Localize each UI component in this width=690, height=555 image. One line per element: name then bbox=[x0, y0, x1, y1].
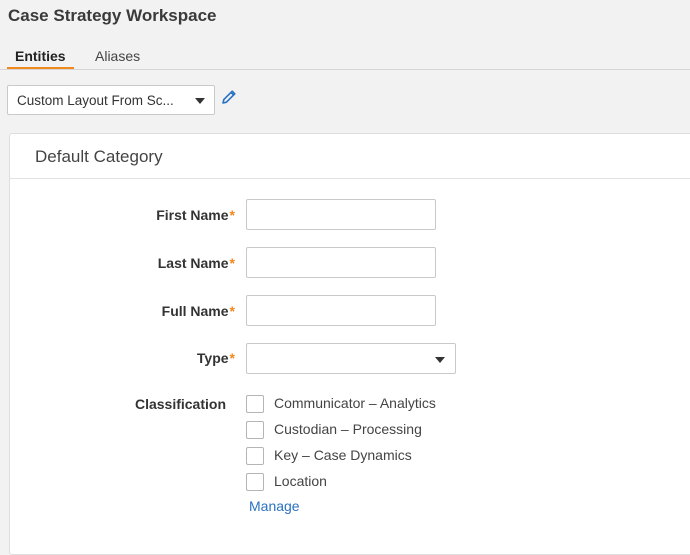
required-marker: * bbox=[229, 303, 235, 319]
last-name-label: Last Name* bbox=[158, 255, 235, 271]
tab-entities[interactable]: Entities bbox=[7, 48, 74, 69]
type-select[interactable] bbox=[246, 343, 456, 374]
checkbox-label: Key – Case Dynamics bbox=[274, 447, 412, 463]
tab-aliases[interactable]: Aliases bbox=[87, 48, 148, 68]
full-name-label-text: Full Name bbox=[161, 303, 229, 319]
layout-select[interactable]: Custom Layout From Sc... bbox=[7, 85, 215, 115]
type-label: Type* bbox=[197, 350, 235, 366]
required-marker: * bbox=[229, 207, 235, 223]
chevron-down-icon bbox=[195, 98, 205, 104]
first-name-label: First Name* bbox=[156, 207, 235, 223]
first-name-label-text: First Name bbox=[156, 207, 229, 223]
full-name-label: Full Name* bbox=[162, 303, 235, 319]
checkbox[interactable] bbox=[246, 421, 264, 439]
last-name-input[interactable] bbox=[246, 247, 436, 278]
checkbox-label: Location bbox=[274, 473, 327, 489]
full-name-input[interactable] bbox=[246, 295, 436, 326]
card-header: Default Category bbox=[10, 134, 690, 179]
checkbox[interactable] bbox=[246, 447, 264, 465]
layout-select-value: Custom Layout From Sc... bbox=[17, 93, 174, 108]
chevron-down-icon bbox=[435, 357, 445, 363]
checkbox-label: Communicator – Analytics bbox=[274, 395, 436, 411]
checkbox[interactable] bbox=[246, 395, 264, 413]
last-name-label-text: Last Name bbox=[157, 255, 229, 271]
required-marker: * bbox=[229, 255, 235, 271]
type-label-text: Type bbox=[196, 350, 229, 366]
tab-bar: Entities Aliases bbox=[0, 40, 690, 70]
checkbox[interactable] bbox=[246, 473, 264, 491]
checkbox-label: Custodian – Processing bbox=[274, 421, 422, 437]
classification-label: Classification bbox=[134, 396, 226, 412]
manage-link[interactable]: Manage bbox=[249, 498, 300, 514]
required-marker: * bbox=[229, 350, 235, 366]
pencil-icon[interactable] bbox=[220, 88, 238, 106]
category-title: Default Category bbox=[35, 147, 163, 166]
page-title: Case Strategy Workspace bbox=[8, 6, 217, 25]
first-name-input[interactable] bbox=[246, 199, 436, 230]
